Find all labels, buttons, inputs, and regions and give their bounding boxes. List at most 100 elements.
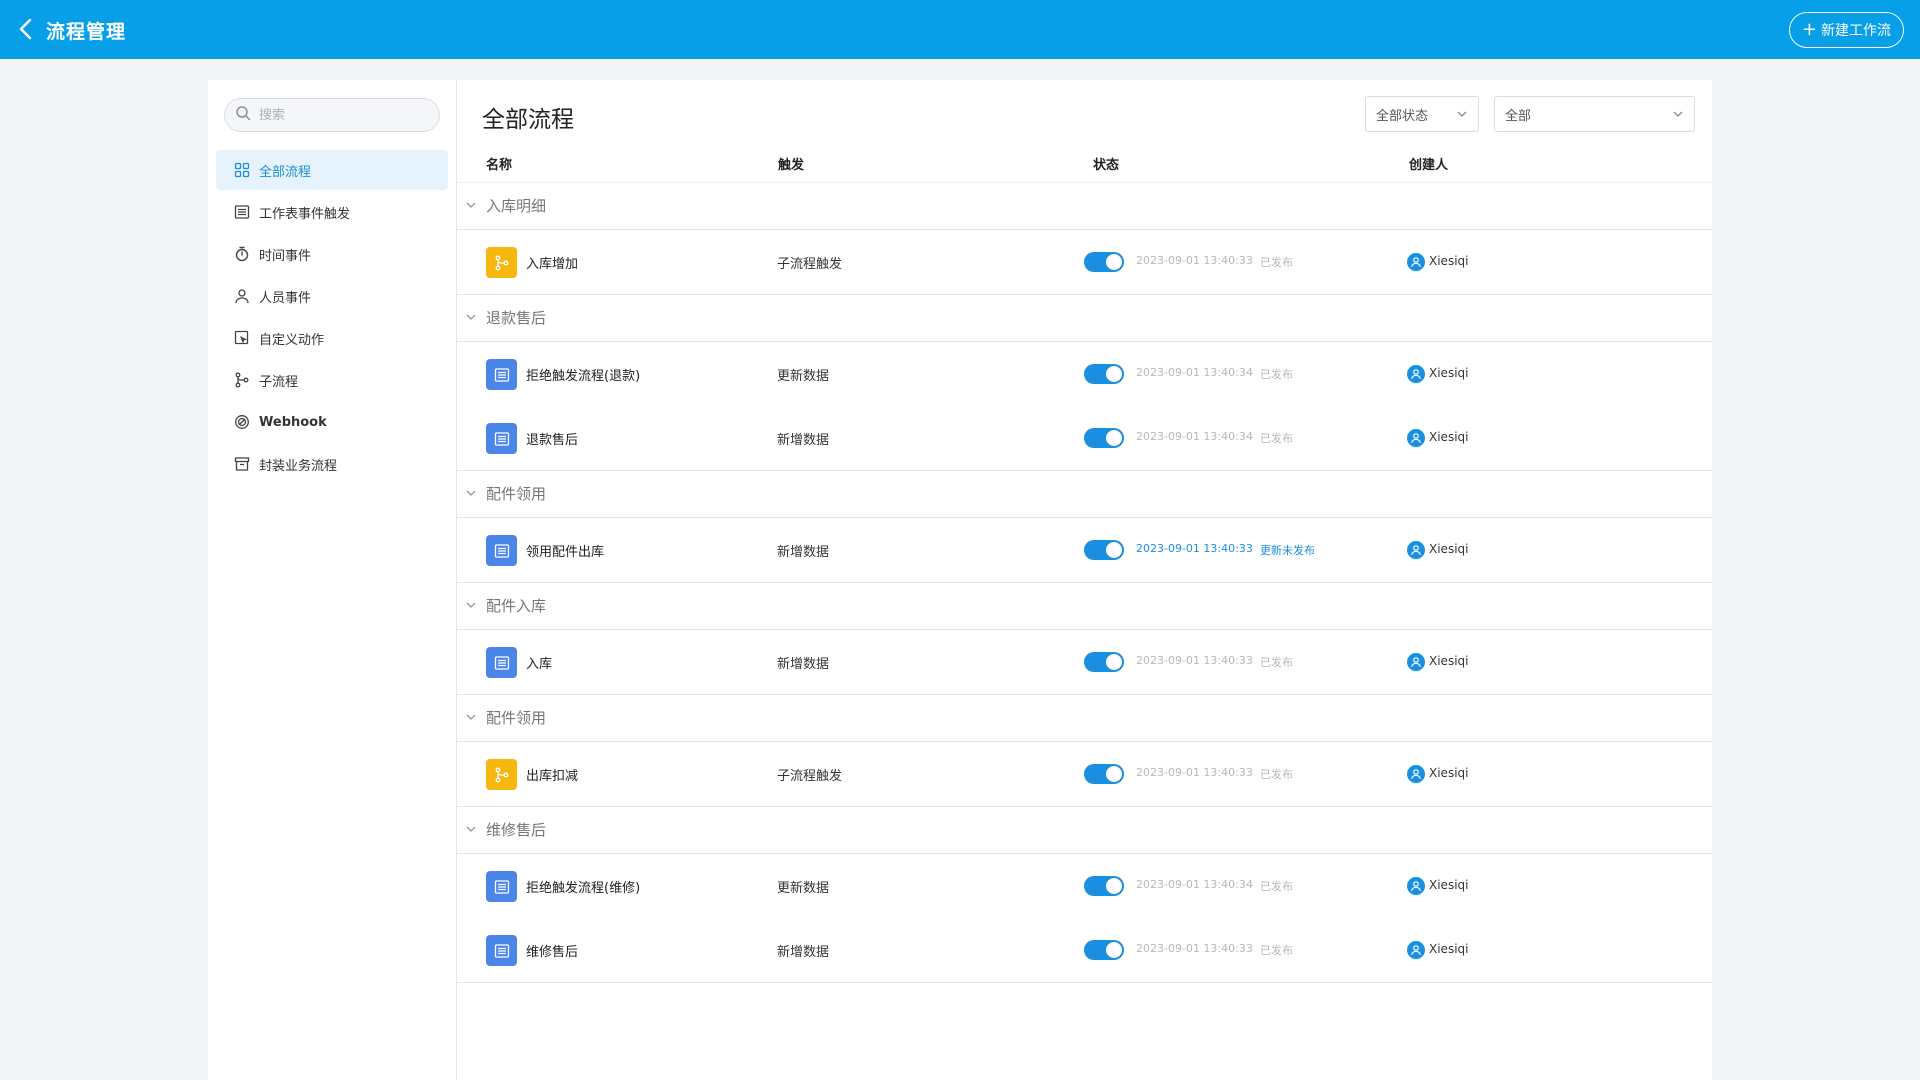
search-box[interactable] [224,98,440,132]
sidebar-item[interactable]: 封装业务流程 [216,444,448,484]
workflow-date: 2023-09-01 13:40:33 [1136,654,1253,667]
workflow-date: 2023-09-01 13:40:33 [1136,542,1253,555]
group-header[interactable]: 配件领用 [457,694,1712,742]
workflow-name[interactable]: 入库 [526,653,552,672]
workflow-row[interactable]: 退款售后 新增数据 2023-09-01 13:40:34 已发布 Xiesiqi [457,406,1712,471]
list-icon [233,203,251,221]
chevron-down-icon [466,314,476,320]
workflow-date: 2023-09-01 13:40:33 [1136,254,1253,267]
avatar-icon [1407,877,1425,895]
workflow-name[interactable]: 拒绝触发流程(维修) [526,877,640,896]
avatar-icon [1407,765,1425,783]
workflow-state: 更新未发布 [1260,544,1315,557]
workflow-row[interactable]: 拒绝触发流程(维修) 更新数据 2023-09-01 13:40:34 已发布 Xies… [457,854,1712,918]
list-icon [486,423,517,454]
status-filter-value: 全部状态 [1376,108,1429,124]
workflow-state: 已发布 [1260,768,1293,781]
search-input[interactable] [257,106,431,124]
workflow-date: 2023-09-01 13:40:34 [1136,430,1253,443]
webhook-icon [233,413,251,431]
group-header[interactable]: 配件入库 [457,582,1712,630]
column-header-owner: 创建人 [1409,158,1449,173]
workflow-name[interactable]: 维修售后 [526,941,578,960]
top-bar: 流程管理 + 新建工作流 [0,0,1920,59]
workflow-owner: Xiesiqi [1429,542,1469,556]
sidebar-item[interactable]: 人员事件 [216,276,448,316]
sidebar-item-label: 自定义动作 [259,332,325,348]
sidebar-item-label: 封装业务流程 [259,458,338,474]
enable-toggle[interactable] [1084,652,1124,672]
group-name: 配件领用 [486,485,547,503]
sidebar-item[interactable]: 全部流程 [216,150,448,190]
workflow-state: 已发布 [1260,880,1293,893]
chevron-down-icon [466,714,476,720]
column-header-trigger: 触发 [778,158,805,173]
chevron-down-icon [1457,111,1467,117]
group-header[interactable]: 配件领用 [457,470,1712,518]
enable-toggle[interactable] [1084,428,1124,448]
sidebar-item-label: 工作表事件触发 [259,206,351,222]
workflow-owner: Xiesiqi [1429,254,1469,268]
chevron-down-icon [1673,111,1683,117]
workflow-name[interactable]: 出库扣减 [526,765,578,784]
workflow-row[interactable]: 领用配件出库 新增数据 2023-09-01 13:40:33 更新未发布 Xiesiq… [457,518,1712,583]
branch-icon [233,371,251,389]
workflow-state: 已发布 [1260,368,1293,381]
sidebar: 全部流程工作表事件触发时间事件人员事件自定义动作子流程 Webhook 封装业务流程 [208,80,457,1080]
enable-toggle[interactable] [1084,940,1124,960]
group-header[interactable]: 退款售后 [457,294,1712,342]
back-arrow-icon[interactable] [14,16,40,42]
group-header[interactable]: 维修售后 [457,806,1712,854]
table-header: 名称 触发 状态 创建人 [457,144,1712,183]
app-title: 流程管理 [46,21,127,43]
archive-icon [233,455,251,473]
group-name: 配件入库 [486,597,547,615]
chevron-down-icon [466,602,476,608]
sidebar-item[interactable]: 工作表事件触发 [216,192,448,232]
workflow-row[interactable]: 维修售后 新增数据 2023-09-01 13:40:33 已发布 Xiesiqi [457,918,1712,983]
workflow-name[interactable]: 拒绝触发流程(退款) [526,365,640,384]
workflow-date: 2023-09-01 13:40:33 [1136,766,1253,779]
workflow-name[interactable]: 退款售后 [526,429,578,448]
workflow-owner: Xiesiqi [1429,878,1469,892]
workflow-row[interactable]: 出库扣减 子流程触发 2023-09-01 13:40:33 已发布 Xiesiqi [457,742,1712,807]
workflow-trigger: 新增数据 [777,545,830,560]
enable-toggle[interactable] [1084,764,1124,784]
enable-toggle[interactable] [1084,876,1124,896]
group-name: 配件领用 [486,709,547,727]
workflow-row[interactable]: 入库 新增数据 2023-09-01 13:40:33 已发布 Xiesiqi [457,630,1712,695]
sidebar-item[interactable]: 自定义动作 [216,318,448,358]
group-header[interactable]: 入库明细 [457,182,1712,230]
sidebar-nav: 全部流程工作表事件触发 时间事件人员事件自定义动作子流程 Webhook 封装业务流程 [216,150,448,486]
workflow-trigger: 更新数据 [777,881,830,896]
sidebar-item[interactable]: Webhook [216,402,448,442]
avatar-icon [1407,541,1425,559]
sidebar-item[interactable]: 时间事件 [216,234,448,274]
column-header-status: 状态 [1093,158,1120,173]
workflow-state: 已发布 [1260,656,1293,669]
enable-toggle[interactable] [1084,252,1124,272]
workflow-date: 2023-09-01 13:40:34 [1136,878,1253,891]
sidebar-item-label: 时间事件 [259,248,312,264]
avatar-icon [1407,941,1425,959]
status-filter-select[interactable]: 全部状态 [1365,96,1479,132]
workflow-trigger: 子流程触发 [777,257,843,272]
chevron-down-icon [466,490,476,496]
plus-icon: + [1801,19,1817,40]
workflow-row[interactable]: 入库增加 子流程触发 2023-09-01 13:40:33 已发布 Xiesiqi [457,230,1712,295]
sidebar-item[interactable]: 子流程 [216,360,448,400]
new-workflow-button[interactable]: + 新建工作流 [1788,12,1904,48]
workflow-trigger: 新增数据 [777,433,830,448]
workflow-trigger: 更新数据 [777,369,830,384]
type-filter-select[interactable]: 全部 [1494,96,1695,132]
enable-toggle[interactable] [1084,540,1124,560]
list-icon [486,647,517,678]
workflow-row[interactable]: 拒绝触发流程(退款) 更新数据 2023-09-01 13:40:34 已发布 Xies… [457,342,1712,406]
workflow-name[interactable]: 领用配件出库 [526,541,604,560]
sidebar-item-label: 人员事件 [259,290,312,306]
workflow-state: 已发布 [1260,944,1293,957]
workflow-name[interactable]: 入库增加 [526,253,578,272]
enable-toggle[interactable] [1084,364,1124,384]
sidebar-item-label: 子流程 [259,374,299,390]
group-name: 退款售后 [486,309,547,327]
